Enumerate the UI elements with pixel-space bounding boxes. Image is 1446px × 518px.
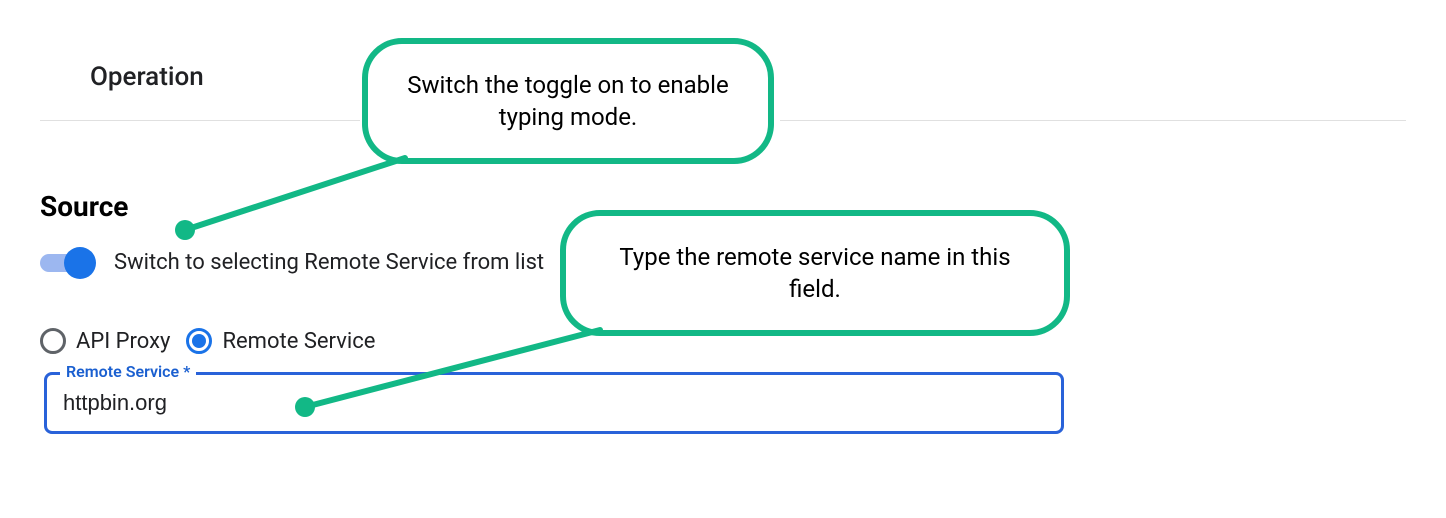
radio-on-inner-icon bbox=[192, 334, 206, 348]
radio-remote-service[interactable]: Remote Service bbox=[186, 328, 375, 354]
source-radio-group: API Proxy Remote Service bbox=[40, 328, 375, 354]
callout-toggle-hint: Switch the toggle on to enable typing mo… bbox=[362, 38, 774, 164]
radio-on-icon bbox=[186, 328, 212, 354]
typing-mode-toggle[interactable] bbox=[40, 251, 92, 275]
divider-left bbox=[40, 120, 360, 121]
toggle-label: Switch to selecting Remote Service from … bbox=[114, 250, 544, 275]
callout-toggle-hint-text: Switch the toggle on to enable typing mo… bbox=[396, 69, 740, 134]
remote-service-input[interactable] bbox=[44, 372, 1064, 434]
divider-right bbox=[780, 120, 1406, 121]
callout-field-hint: Type the remote service name in this fie… bbox=[560, 210, 1070, 336]
operation-heading: Operation bbox=[90, 62, 204, 92]
toggle-thumb bbox=[64, 247, 96, 279]
source-heading: Source bbox=[40, 190, 128, 223]
callout-field-hint-text: Type the remote service name in this fie… bbox=[594, 241, 1036, 306]
radio-remote-service-label: Remote Service bbox=[222, 329, 375, 354]
toggle-row: Switch to selecting Remote Service from … bbox=[40, 250, 544, 275]
radio-off-icon bbox=[40, 328, 66, 354]
radio-api-proxy-label: API Proxy bbox=[76, 329, 170, 354]
remote-service-field-wrap: Remote Service * bbox=[44, 372, 1064, 434]
radio-api-proxy[interactable]: API Proxy bbox=[40, 328, 170, 354]
remote-service-field-label: Remote Service * bbox=[60, 362, 196, 381]
